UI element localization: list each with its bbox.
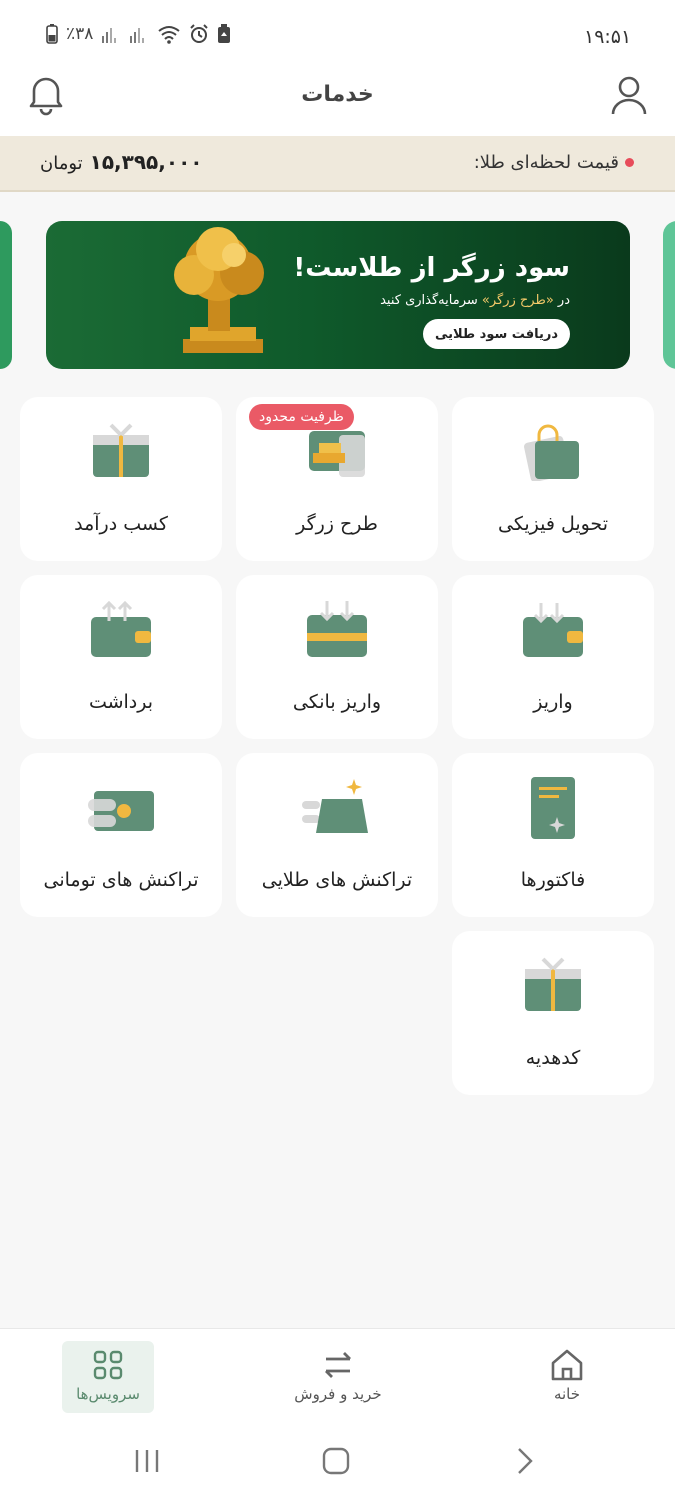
nav-label: سرویس‌ها bbox=[76, 1385, 140, 1403]
gold-price-label: قیمت لحظه‌ای طلا: bbox=[473, 152, 619, 173]
battery-icon bbox=[46, 24, 58, 44]
service-label: طرح زرگر bbox=[296, 513, 378, 535]
banner-next-peek[interactable] bbox=[663, 221, 675, 369]
shopping-bag-icon bbox=[524, 424, 579, 481]
gold-price-number: ۱۵,۳۹۵,۰۰۰ bbox=[89, 150, 203, 174]
banner-subtitle: در «طرح زرگر» سرمایه‌گذاری کنید bbox=[380, 293, 570, 308]
back-icon[interactable] bbox=[510, 1446, 540, 1476]
grid-icon bbox=[93, 1350, 123, 1380]
gold-price-value: ۱۵,۳۹۵,۰۰۰ تومان bbox=[40, 150, 202, 174]
app-bar: خدمات bbox=[0, 56, 675, 136]
service-label: واریز بانکی bbox=[292, 691, 382, 713]
service-label: برداشت bbox=[88, 691, 154, 713]
banner-sub-prefix: در bbox=[557, 293, 570, 308]
status-icons: ٪۳۸ bbox=[46, 24, 231, 44]
cash-transactions-icon bbox=[88, 791, 154, 831]
nav-home[interactable]: خانه bbox=[512, 1341, 622, 1413]
wifi-icon bbox=[158, 26, 181, 44]
bottom-nav: خانه خرید و فروش سرویس‌ها bbox=[0, 1328, 675, 1424]
nav-label: خرید و فروش bbox=[294, 1385, 382, 1403]
nav-label: خانه bbox=[553, 1385, 581, 1403]
banner-sub-highlight: «طرح زرگر» bbox=[481, 293, 554, 308]
gold-price-unit: تومان bbox=[40, 153, 83, 174]
service-card-earn-income[interactable]: کسب درآمد bbox=[20, 397, 222, 561]
limited-capacity-badge: ظرفیت محدود bbox=[249, 404, 354, 430]
service-card-gold-transactions[interactable]: تراکنش های طلایی bbox=[236, 753, 438, 917]
clock: ۱۹:۵۱ bbox=[584, 26, 632, 48]
gold-bars-icon bbox=[309, 431, 365, 477]
swap-arrows-icon bbox=[325, 1352, 351, 1378]
gold-transactions-icon bbox=[302, 779, 368, 833]
service-label: کدهدیه bbox=[525, 1047, 581, 1069]
battery-saver-icon bbox=[218, 24, 231, 43]
promo-banner[interactable]: سود زرگر از طلاست! در «طرح زرگر» سرمایه‌… bbox=[46, 221, 630, 369]
nav-services[interactable]: سرویس‌ها bbox=[62, 1341, 154, 1413]
service-card-deposit[interactable]: واریز bbox=[452, 575, 654, 739]
service-label: فاکتورها bbox=[520, 869, 586, 891]
service-label: تراکنش های تومانی bbox=[43, 869, 199, 891]
home-button-icon[interactable] bbox=[321, 1446, 351, 1476]
bank-card-deposit-icon bbox=[307, 601, 367, 657]
live-dot-icon bbox=[625, 158, 634, 167]
service-label: واریز bbox=[533, 691, 573, 713]
service-card-bank-deposit[interactable]: واریز بانکی bbox=[236, 575, 438, 739]
nav-buy-sell[interactable]: خرید و فروش bbox=[283, 1341, 393, 1413]
service-card-physical-delivery[interactable]: تحویل فیزیکی bbox=[452, 397, 654, 561]
service-card-invoices[interactable]: فاکتورها bbox=[452, 753, 654, 917]
service-label: تحویل فیزیکی bbox=[497, 513, 608, 535]
gift-code-icon bbox=[525, 957, 581, 1011]
gift-box-icon bbox=[93, 423, 149, 477]
recent-apps-icon[interactable] bbox=[132, 1446, 162, 1476]
wallet-deposit-icon bbox=[523, 603, 583, 657]
service-card-gift-code[interactable]: کدهدیه bbox=[452, 931, 654, 1095]
gold-tree-illustration bbox=[174, 227, 264, 353]
service-label: تراکنش های طلایی bbox=[261, 869, 413, 891]
banner-cta-button[interactable]: دریافت سود طلایی bbox=[423, 319, 570, 349]
bell-icon[interactable] bbox=[26, 72, 66, 116]
service-card-cash-transactions[interactable]: تراکنش های تومانی bbox=[20, 753, 222, 917]
page-title: خدمات bbox=[301, 82, 374, 107]
banner-title: سود زرگر از طلاست! bbox=[293, 253, 570, 283]
wallet-withdraw-icon bbox=[91, 600, 151, 657]
alarm-icon bbox=[190, 24, 209, 43]
signal-icon bbox=[102, 28, 117, 43]
service-label: کسب درآمد bbox=[74, 513, 168, 535]
gold-price-bar: قیمت لحظه‌ای طلا: ۱۵,۳۹۵,۰۰۰ تومان bbox=[0, 136, 675, 192]
battery-percent: ٪۳۸ bbox=[66, 24, 94, 44]
service-card-withdraw[interactable]: برداشت bbox=[20, 575, 222, 739]
invoice-icon bbox=[531, 777, 575, 839]
user-icon[interactable] bbox=[610, 74, 648, 118]
banner-sub-suffix: سرمایه‌گذاری کنید bbox=[380, 293, 478, 308]
home-icon bbox=[551, 1349, 583, 1381]
signal-icon-2 bbox=[130, 28, 145, 43]
system-nav-bar bbox=[0, 1424, 675, 1500]
banner-prev-peek[interactable] bbox=[0, 221, 12, 369]
